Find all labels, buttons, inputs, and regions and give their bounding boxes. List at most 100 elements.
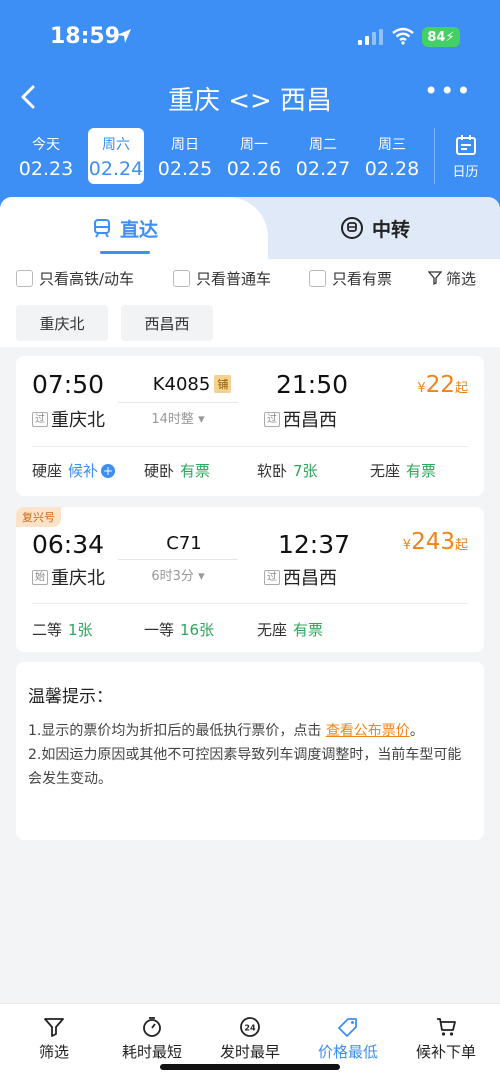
view-published-price-link[interactable]: 查看公布票价 (326, 723, 410, 739)
location-arrow-icon (117, 29, 131, 43)
clock-24-icon: 24 (240, 1017, 260, 1037)
date-weekday: 周一 (240, 137, 268, 153)
duration-text: 14时整 (151, 412, 194, 427)
arrival-station: 过西昌西 (264, 564, 337, 590)
seat-name: 硬座 (32, 462, 63, 480)
sort-label: 候补下单 (415, 1043, 476, 1061)
header: 18:59 84 ⚡ 重庆 <> 西昌 ••• 今天 02.23 周六 02.24 (0, 0, 500, 215)
checkbox[interactable] (309, 269, 326, 287)
plus-icon: + (101, 463, 116, 478)
train-icon (93, 219, 110, 238)
seat-standing[interactable]: 无座 有票 (257, 619, 323, 640)
seat-value: 7张 (293, 462, 318, 480)
tab-transfer[interactable]: 中转 (250, 197, 500, 259)
date-value: 02.28 (364, 158, 420, 180)
seat-value: 1张 (68, 621, 93, 639)
station-chip[interactable]: 西昌西 (121, 305, 213, 341)
divider (32, 603, 468, 604)
date-item[interactable]: 周三 02.28 (364, 128, 420, 184)
station-name: 西昌西 (283, 410, 337, 431)
filter-label: 只看普通车 (196, 269, 272, 288)
tip-text: 1.显示的票价均为折扣后的最低执行票价，点击 (28, 723, 326, 739)
seat-soft-sleeper[interactable]: 软卧 7张 (257, 460, 318, 481)
date-item[interactable]: 周二 02.27 (295, 128, 351, 184)
date-value: 02.25 (157, 158, 213, 180)
tab-indicator (100, 251, 150, 254)
arrival-time: 21:50 (276, 370, 349, 399)
station-tag: 过 (32, 411, 48, 427)
train-number-text: K4085 (152, 374, 211, 395)
arrival-time: 12:37 (278, 530, 351, 559)
train-card[interactable]: 复兴号 06:34 始重庆北 C71 6时3分 ▾ 12:37 过西昌西 ¥24… (16, 507, 484, 652)
filter-normal-checkbox[interactable]: 只看普通车 (173, 267, 271, 289)
tips-panel: 温馨提示： 1.显示的票价均为折扣后的最低执行票价，点击 查看公布票价。 2.如… (16, 662, 484, 840)
bunk-badge: 铺 (214, 375, 232, 393)
tip-line-2: 2.如因运力原因或其他不可控因素导致列车调度调整时，当前车型可能会发生变动。 (28, 747, 462, 787)
waitlist-order-button[interactable]: 候补下单 (396, 1010, 496, 1062)
sort-label: 价格最低 (317, 1043, 378, 1061)
date-item-selected[interactable]: 周六 02.24 (88, 128, 144, 184)
sort-lowest-price-button[interactable]: 价格最低 (298, 1010, 398, 1062)
seat-second-class[interactable]: 二等 1张 (32, 619, 93, 640)
trip-duration[interactable]: 14时整 ▾ (118, 402, 238, 427)
station-chip[interactable]: 重庆北 (16, 305, 108, 341)
price-value: 243 (411, 529, 455, 555)
train-card[interactable]: 07:50 过重庆北 K4085 铺 14时整 ▾ 21:50 过西昌西 ¥22起… (16, 356, 484, 496)
seat-value: 有票 (180, 462, 211, 480)
arrival-station: 过西昌西 (264, 406, 337, 432)
seat-value: 有票 (293, 621, 324, 639)
date-item[interactable]: 周一 02.26 (226, 128, 282, 184)
funnel-icon (44, 1018, 64, 1037)
seat-name: 无座 (370, 462, 401, 480)
filter-available-checkbox[interactable]: 只看有票 (309, 267, 392, 289)
station-tag: 始 (32, 569, 48, 585)
stopwatch-icon (143, 1017, 161, 1037)
tab-direct[interactable]: 直达 (0, 197, 250, 259)
seat-name: 一等 (144, 621, 175, 639)
sort-label: 耗时最短 (121, 1043, 182, 1061)
departure-time: 06:34 (32, 530, 105, 559)
date-value: 02.24 (88, 158, 144, 180)
more-options-icon[interactable]: ••• (424, 79, 470, 106)
route-tabs: 直达 中转 (0, 197, 500, 259)
filter-highspeed-checkbox[interactable]: 只看高铁/动车 (16, 267, 134, 289)
station-chips: 重庆北 西昌西 (0, 297, 500, 347)
seat-standing[interactable]: 无座 有票 (370, 460, 436, 481)
departure-station: 过重庆北 (32, 406, 105, 432)
sort-filter-button[interactable]: 筛选 (4, 1010, 104, 1062)
sort-earliest-button[interactable]: 24 发时最早 (200, 1010, 300, 1062)
battery-indicator: 84 ⚡ (422, 27, 460, 47)
price-tag-icon (338, 1018, 357, 1037)
seat-first-class[interactable]: 一等 16张 (144, 619, 214, 640)
seat-hard-seat[interactable]: 硬座 候补 + (32, 460, 116, 481)
currency-symbol: ¥ (402, 538, 412, 553)
checkbox[interactable] (16, 269, 33, 287)
calendar-button[interactable]: 日历 (434, 128, 496, 184)
seat-value: 候补 (68, 462, 99, 480)
filter-button[interactable]: 筛选 (428, 267, 476, 289)
chevron-down-icon: ▾ (198, 412, 205, 427)
price-value: 22 (425, 372, 455, 398)
filter-label: 只看有票 (332, 269, 393, 288)
seat-name: 软卧 (257, 462, 288, 480)
calendar-icon (455, 135, 476, 155)
train-number: K4085 铺 (132, 374, 252, 395)
station-name: 重庆北 (51, 568, 105, 589)
chevron-down-icon: ▾ (198, 569, 205, 584)
filter-label: 筛选 (446, 269, 477, 288)
transfer-icon (340, 217, 363, 239)
filter-label: 只看高铁/动车 (39, 269, 135, 288)
checkbox[interactable] (173, 269, 190, 287)
seat-name: 二等 (32, 621, 63, 639)
fuxing-badge: 复兴号 (16, 507, 61, 527)
trip-duration[interactable]: 6时3分 ▾ (118, 559, 238, 584)
seat-value: 有票 (406, 462, 437, 480)
station-tag: 过 (264, 569, 280, 585)
cellular-signal-icon (358, 29, 383, 45)
sort-shortest-button[interactable]: 耗时最短 (102, 1010, 202, 1062)
sort-label: 筛选 (38, 1043, 69, 1061)
train-number-text: C71 (166, 533, 202, 554)
seat-hard-sleeper[interactable]: 硬卧 有票 (144, 460, 210, 481)
date-item[interactable]: 今天 02.23 (18, 128, 74, 184)
date-item[interactable]: 周日 02.25 (157, 128, 213, 184)
